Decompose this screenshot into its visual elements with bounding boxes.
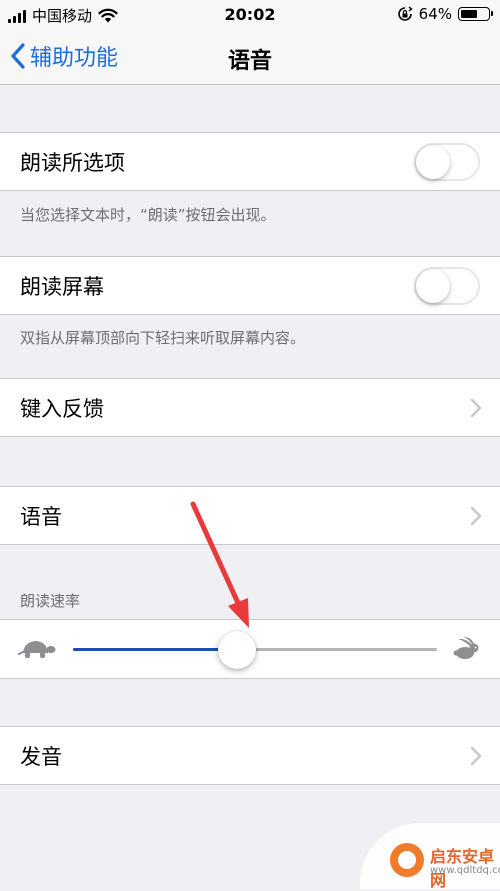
speak-selection-row: 朗读所选项 [0, 132, 500, 191]
speak-selection-toggle[interactable] [414, 143, 480, 181]
battery-fill [461, 10, 477, 18]
voices-label: 语音 [20, 505, 62, 529]
voices-row[interactable]: 语音 [0, 486, 500, 545]
status-bar: 中国移动 20:02 64% [0, 0, 500, 30]
rabbit-icon [453, 637, 479, 659]
speak-screen-footer: 双指从屏幕顶部向下轻扫来听取屏幕内容。 [20, 329, 306, 347]
chevron-right-icon [470, 506, 482, 526]
status-right: 64% [397, 5, 493, 23]
speak-selection-footer: 当您选择文本时，“朗读”按钮会出现。 [20, 206, 276, 224]
turtle-icon [18, 641, 56, 658]
speaking-rate-thumb[interactable] [218, 631, 256, 669]
chevron-right-icon [470, 746, 482, 766]
typing-feedback-row[interactable]: 键入反馈 [0, 378, 500, 437]
rotation-lock-icon [397, 6, 413, 21]
battery-icon [458, 7, 493, 21]
speaking-rate-row [0, 619, 500, 679]
speak-selection-label: 朗读所选项 [20, 151, 125, 175]
page-title: 语音 [227, 49, 272, 74]
pronunciation-row[interactable]: 发音 [0, 726, 500, 785]
toggle-knob [416, 269, 450, 303]
typing-feedback-label: 键入反馈 [20, 397, 104, 421]
speak-screen-toggle[interactable] [414, 267, 480, 305]
watermark-logo-icon [390, 843, 424, 877]
speak-screen-row: 朗读屏幕 [0, 256, 500, 315]
navigation-bar: 辅助功能 语音 [0, 30, 500, 85]
watermark-url: www.qdltdq.com [430, 865, 500, 876]
battery-percent: 64% [418, 5, 452, 23]
watermark: 启东安卓网 www.qdltdq.com [360, 823, 500, 890]
toggle-knob [416, 145, 450, 179]
speaking-rate-header: 朗读速率 [20, 592, 81, 610]
pronunciation-label: 发音 [20, 745, 62, 769]
speak-screen-label: 朗读屏幕 [20, 275, 104, 299]
chevron-right-icon [470, 398, 482, 418]
